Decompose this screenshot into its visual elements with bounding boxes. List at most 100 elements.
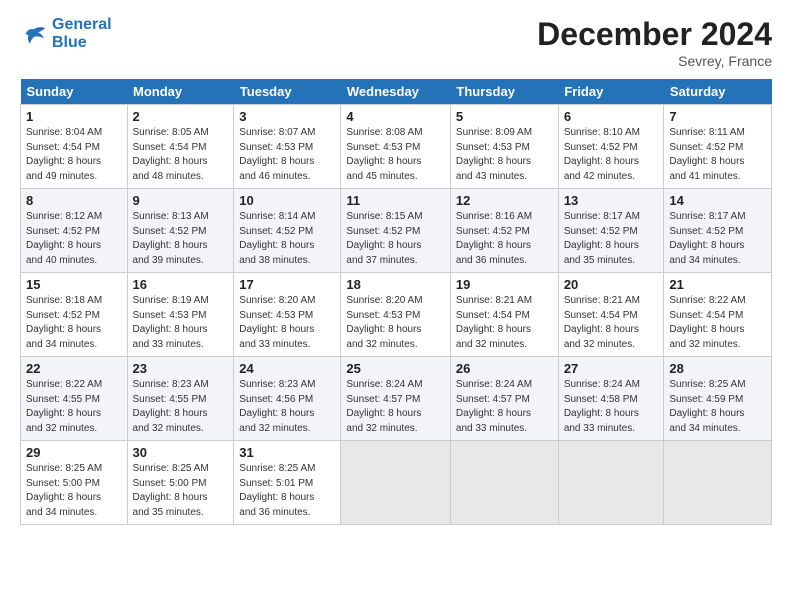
weekday-header-wednesday: Wednesday bbox=[341, 79, 451, 105]
calendar-cell: 20Sunrise: 8:21 AMSunset: 4:54 PMDayligh… bbox=[558, 273, 664, 357]
calendar-cell: 1 Sunrise: 8:04 AMSunset: 4:54 PMDaylight… bbox=[21, 105, 128, 189]
day-info: Sunrise: 8:12 AMSunset: 4:52 PMDaylight:… bbox=[26, 210, 122, 268]
day-number: 1 bbox=[26, 109, 122, 124]
calendar-cell: 6Sunrise: 8:10 AMSunset: 4:52 PMDaylight… bbox=[558, 105, 664, 189]
calendar-cell: 7 Sunrise: 8:11 AMSunset: 4:52 PMDaylight… bbox=[664, 105, 772, 189]
day-number: 7 bbox=[669, 109, 766, 124]
day-info: Sunrise: 8:23 AMSunset: 4:55 PMDaylight:… bbox=[133, 378, 229, 436]
day-number: 18 bbox=[346, 277, 445, 292]
day-info: Sunrise: 8:19 AMSunset: 4:53 PMDaylight:… bbox=[133, 294, 229, 352]
calendar-cell: 25Sunrise: 8:24 AMSunset: 4:57 PMDayligh… bbox=[341, 357, 451, 441]
day-number: 3 bbox=[239, 109, 335, 124]
day-info: Sunrise: 8:07 AMSunset: 4:53 PMDaylight:… bbox=[239, 126, 335, 184]
day-number: 13 bbox=[564, 193, 659, 208]
calendar-cell: 16 Sunrise: 8:19 AMSunset: 4:53 PMDayligh… bbox=[127, 273, 234, 357]
title-block: December 2024 Sevrey, France bbox=[537, 16, 772, 69]
calendar-cell: 2 Sunrise: 8:05 AMSunset: 4:54 PMDaylight… bbox=[127, 105, 234, 189]
day-info: Sunrise: 8:11 AMSunset: 4:52 PMDaylight:… bbox=[669, 126, 766, 184]
calendar-cell: 8 Sunrise: 8:12 AMSunset: 4:52 PMDaylight… bbox=[21, 189, 128, 273]
weekday-header-tuesday: Tuesday bbox=[234, 79, 341, 105]
day-info: Sunrise: 8:25 AMSunset: 5:01 PMDaylight:… bbox=[239, 462, 335, 520]
day-info: Sunrise: 8:09 AMSunset: 4:53 PMDaylight:… bbox=[456, 126, 553, 184]
calendar-cell bbox=[664, 441, 772, 525]
day-number: 12 bbox=[456, 193, 553, 208]
day-number: 27 bbox=[564, 361, 659, 376]
day-number: 24 bbox=[239, 361, 335, 376]
day-info: Sunrise: 8:17 AMSunset: 4:52 PMDaylight:… bbox=[669, 210, 766, 268]
logo: General Blue bbox=[20, 16, 112, 51]
calendar-cell: 12 Sunrise: 8:16 AMSunset: 4:52 PMDayligh… bbox=[450, 189, 558, 273]
calendar-cell: 30 Sunrise: 8:25 AMSunset: 5:00 PMDayligh… bbox=[127, 441, 234, 525]
day-number: 26 bbox=[456, 361, 553, 376]
calendar-cell bbox=[450, 441, 558, 525]
weekday-header-monday: Monday bbox=[127, 79, 234, 105]
day-info: Sunrise: 8:25 AMSunset: 5:00 PMDaylight:… bbox=[26, 462, 122, 520]
calendar-cell: 5 Sunrise: 8:09 AMSunset: 4:53 PMDaylight… bbox=[450, 105, 558, 189]
calendar-cell: 29 Sunrise: 8:25 AMSunset: 5:00 PMDayligh… bbox=[21, 441, 128, 525]
day-number: 9 bbox=[133, 193, 229, 208]
calendar-cell: 10 Sunrise: 8:14 AMSunset: 4:52 PMDayligh… bbox=[234, 189, 341, 273]
day-info: Sunrise: 8:14 AMSunset: 4:52 PMDaylight:… bbox=[239, 210, 335, 268]
weekday-header-thursday: Thursday bbox=[450, 79, 558, 105]
calendar-cell: 18 Sunrise: 8:20 AMSunset: 4:53 PMDayligh… bbox=[341, 273, 451, 357]
day-number: 29 bbox=[26, 445, 122, 460]
calendar-cell: 14 Sunrise: 8:17 AMSunset: 4:52 PMDayligh… bbox=[664, 189, 772, 273]
calendar-cell: 13Sunrise: 8:17 AMSunset: 4:52 PMDayligh… bbox=[558, 189, 664, 273]
day-info: Sunrise: 8:22 AMSunset: 4:54 PMDaylight:… bbox=[669, 294, 766, 352]
day-info: Sunrise: 8:20 AMSunset: 4:53 PMDaylight:… bbox=[239, 294, 335, 352]
header: General Blue December 2024 Sevrey, Franc… bbox=[20, 16, 772, 69]
day-number: 6 bbox=[564, 109, 659, 124]
day-info: Sunrise: 8:18 AMSunset: 4:52 PMDaylight:… bbox=[26, 294, 122, 352]
page: General Blue December 2024 Sevrey, Franc… bbox=[0, 0, 792, 612]
day-number: 23 bbox=[133, 361, 229, 376]
day-number: 2 bbox=[133, 109, 229, 124]
day-info: Sunrise: 8:16 AMSunset: 4:52 PMDaylight:… bbox=[456, 210, 553, 268]
calendar-cell: 28 Sunrise: 8:25 AMSunset: 4:59 PMDayligh… bbox=[664, 357, 772, 441]
day-number: 28 bbox=[669, 361, 766, 376]
calendar-cell: 15 Sunrise: 8:18 AMSunset: 4:52 PMDayligh… bbox=[21, 273, 128, 357]
day-number: 31 bbox=[239, 445, 335, 460]
day-number: 25 bbox=[346, 361, 445, 376]
calendar-table: SundayMondayTuesdayWednesdayThursdayFrid… bbox=[20, 79, 772, 525]
day-number: 22 bbox=[26, 361, 122, 376]
day-number: 5 bbox=[456, 109, 553, 124]
day-number: 16 bbox=[133, 277, 229, 292]
day-info: Sunrise: 8:04 AMSunset: 4:54 PMDaylight:… bbox=[26, 126, 122, 184]
weekday-header-sunday: Sunday bbox=[21, 79, 128, 105]
calendar-cell: 4 Sunrise: 8:08 AMSunset: 4:53 PMDaylight… bbox=[341, 105, 451, 189]
day-number: 14 bbox=[669, 193, 766, 208]
location: Sevrey, France bbox=[537, 53, 772, 69]
day-info: Sunrise: 8:25 AMSunset: 4:59 PMDaylight:… bbox=[669, 378, 766, 436]
calendar-cell: 24 Sunrise: 8:23 AMSunset: 4:56 PMDayligh… bbox=[234, 357, 341, 441]
day-info: Sunrise: 8:13 AMSunset: 4:52 PMDaylight:… bbox=[133, 210, 229, 268]
calendar-cell bbox=[341, 441, 451, 525]
logo-text: General Blue bbox=[52, 16, 112, 51]
day-info: Sunrise: 8:21 AMSunset: 4:54 PMDaylight:… bbox=[456, 294, 553, 352]
day-info: Sunrise: 8:21 AMSunset: 4:54 PMDaylight:… bbox=[564, 294, 659, 352]
calendar-cell: 31 Sunrise: 8:25 AMSunset: 5:01 PMDayligh… bbox=[234, 441, 341, 525]
day-info: Sunrise: 8:20 AMSunset: 4:53 PMDaylight:… bbox=[346, 294, 445, 352]
calendar-cell: 27 Sunrise: 8:24 AMSunset: 4:58 PMDayligh… bbox=[558, 357, 664, 441]
weekday-header-friday: Friday bbox=[558, 79, 664, 105]
calendar-cell: 9 Sunrise: 8:13 AMSunset: 4:52 PMDaylight… bbox=[127, 189, 234, 273]
day-info: Sunrise: 8:08 AMSunset: 4:53 PMDaylight:… bbox=[346, 126, 445, 184]
calendar-cell: 17 Sunrise: 8:20 AMSunset: 4:53 PMDayligh… bbox=[234, 273, 341, 357]
day-info: Sunrise: 8:24 AMSunset: 4:57 PMDaylight:… bbox=[456, 378, 553, 436]
day-number: 30 bbox=[133, 445, 229, 460]
day-number: 8 bbox=[26, 193, 122, 208]
day-number: 21 bbox=[669, 277, 766, 292]
calendar-cell: 22 Sunrise: 8:22 AMSunset: 4:55 PMDayligh… bbox=[21, 357, 128, 441]
day-info: Sunrise: 8:05 AMSunset: 4:54 PMDaylight:… bbox=[133, 126, 229, 184]
day-info: Sunrise: 8:24 AMSunset: 4:58 PMDaylight:… bbox=[564, 378, 659, 436]
day-info: Sunrise: 8:22 AMSunset: 4:55 PMDaylight:… bbox=[26, 378, 122, 436]
calendar-cell: 3 Sunrise: 8:07 AMSunset: 4:53 PMDaylight… bbox=[234, 105, 341, 189]
day-info: Sunrise: 8:25 AMSunset: 5:00 PMDaylight:… bbox=[133, 462, 229, 520]
day-number: 15 bbox=[26, 277, 122, 292]
month-title: December 2024 bbox=[537, 16, 772, 53]
day-number: 17 bbox=[239, 277, 335, 292]
day-number: 10 bbox=[239, 193, 335, 208]
day-info: Sunrise: 8:15 AMSunset: 4:52 PMDaylight:… bbox=[346, 210, 445, 268]
day-info: Sunrise: 8:23 AMSunset: 4:56 PMDaylight:… bbox=[239, 378, 335, 436]
logo-bird-icon bbox=[20, 20, 48, 48]
day-number: 4 bbox=[346, 109, 445, 124]
